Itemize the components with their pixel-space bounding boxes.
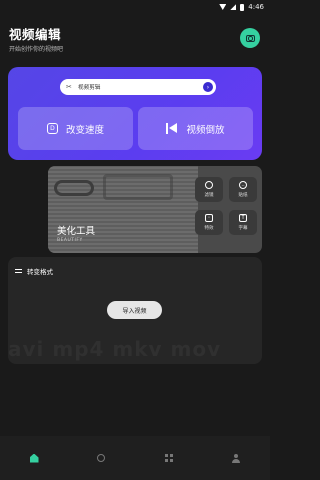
disc-icon: [97, 454, 105, 462]
speed-icon: D: [46, 123, 58, 134]
rewind-icon: [166, 123, 178, 134]
tool-label: 滤镜: [204, 193, 214, 198]
status-time: 4:46: [248, 3, 264, 11]
effect-icon: ◦: [205, 214, 213, 222]
grid-icon: [165, 454, 173, 462]
page-subtitle: 开始创作你的视频吧: [9, 46, 64, 53]
video-edit-entry[interactable]: ✂ 视频剪辑 ›: [60, 79, 216, 95]
change-speed-button[interactable]: D 改变速度: [18, 107, 133, 150]
bottom-nav: [0, 436, 270, 480]
change-speed-label: 改变速度: [65, 124, 104, 136]
wifi-icon: [219, 4, 227, 10]
format-watermark: avi mp4 mkv mov: [8, 337, 222, 361]
decor-shape: [103, 174, 173, 200]
beautify-subtitle: BEAUTIFY: [57, 238, 83, 243]
camera-icon: [245, 34, 255, 42]
tool-sticker[interactable]: ‥ 贴纸: [229, 177, 257, 202]
beautify-title: 美化工具: [57, 226, 96, 237]
convert-title: 转变格式: [27, 268, 53, 276]
tool-label: 特效: [204, 226, 214, 231]
scissors-icon: ✂: [66, 83, 72, 91]
tool-label: 贴纸: [238, 193, 248, 198]
arrow-right-icon[interactable]: ›: [203, 82, 213, 92]
nav-discover[interactable]: [93, 450, 109, 466]
page-title: 视频编辑: [9, 27, 62, 42]
convert-header: 转变格式: [15, 266, 53, 276]
nav-home[interactable]: [26, 450, 42, 466]
beautify-card[interactable]: 美化工具 BEAUTIFY 滤镜 ‥ 贴纸 ◦ 特效 T 字幕: [48, 166, 262, 253]
camera-button[interactable]: [240, 28, 260, 48]
status-bar: 4:46: [0, 0, 270, 14]
convert-format-card: 转变格式 导入视频 avi mp4 mkv mov: [8, 257, 262, 364]
tool-subtitle[interactable]: T 字幕: [229, 210, 257, 235]
hero-card: ✂ 视频剪辑 › D 改变速度 视频倒放: [8, 67, 262, 160]
reverse-video-label: 视频倒放: [186, 124, 225, 136]
tool-filter[interactable]: 滤镜: [195, 177, 223, 202]
nav-profile[interactable]: [228, 450, 244, 466]
subtitle-icon: T: [239, 214, 247, 222]
battery-icon: [240, 3, 245, 11]
home-icon: [29, 453, 39, 463]
swap-icon: [15, 268, 23, 275]
reverse-video-button[interactable]: 视频倒放: [138, 107, 253, 150]
tool-label: 字幕: [238, 226, 248, 231]
filter-icon: [205, 181, 213, 189]
user-icon: [232, 453, 240, 463]
sticker-icon: ‥: [239, 181, 247, 189]
video-edit-label: 视频剪辑: [78, 85, 101, 91]
nav-tools[interactable]: [161, 450, 177, 466]
tool-effect[interactable]: ◦ 特效: [195, 210, 223, 235]
signal-icon: [230, 4, 237, 10]
decor-shape: [54, 180, 94, 196]
import-video-button[interactable]: 导入视频: [107, 301, 162, 319]
